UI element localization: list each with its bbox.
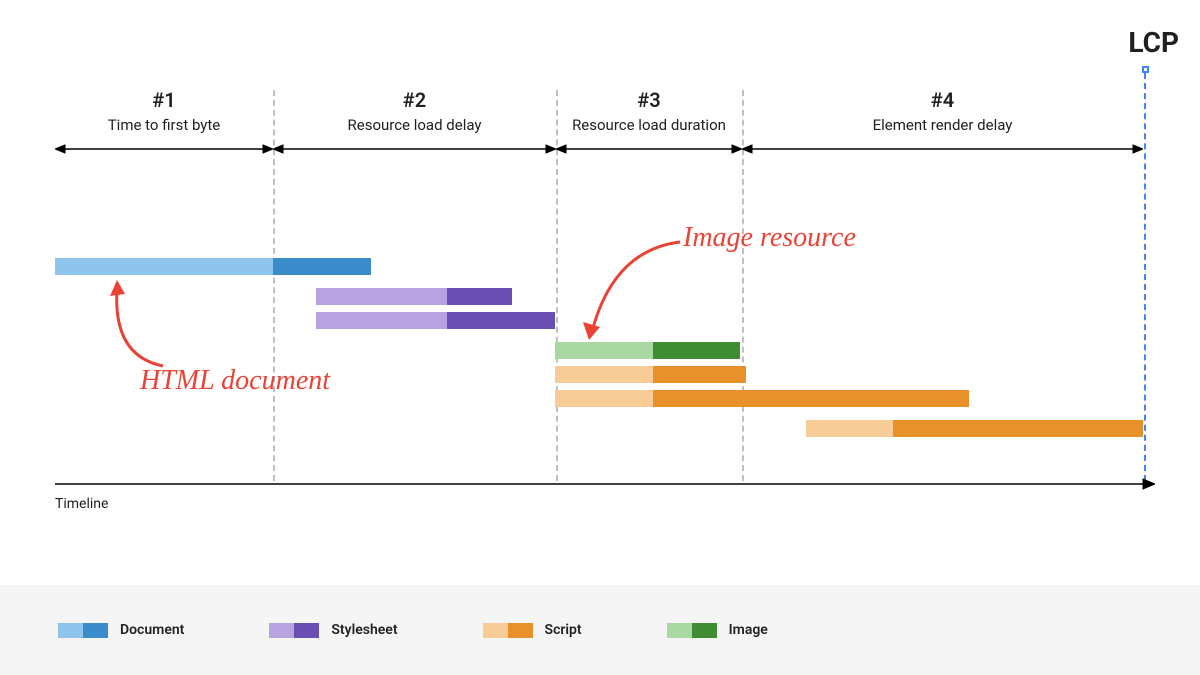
phase-extent-arrow-4 xyxy=(742,142,1143,156)
legend-swatch xyxy=(269,623,319,638)
lcp-dashed-line xyxy=(1144,73,1146,481)
bar-segment-dark xyxy=(653,366,745,383)
phase-extent-arrow-3 xyxy=(556,142,742,156)
bar-segment-dark xyxy=(893,420,1143,437)
phase-number: #3 xyxy=(556,88,742,112)
phase-header-2: #2 Resource load delay xyxy=(273,88,556,134)
legend-item-document: Document xyxy=(58,622,184,638)
legend-label: Stylesheet xyxy=(331,622,397,638)
legend-label: Image xyxy=(729,622,768,638)
bar-segment-dark xyxy=(653,390,969,407)
bar-stylesheet xyxy=(316,288,512,305)
bar-script xyxy=(555,366,745,383)
annotation-arrow-icon xyxy=(575,230,690,345)
legend-label: Script xyxy=(545,622,582,638)
lcp-waterfall-chart: LCP #1 Time to first byte #2 Resource lo… xyxy=(55,30,1145,510)
phase-name: Element render delay xyxy=(742,116,1143,134)
bar-segment-light xyxy=(316,312,447,329)
bar-segment-light xyxy=(316,288,447,305)
bar-stylesheet xyxy=(316,312,555,329)
phase-header-1: #1 Time to first byte xyxy=(55,88,273,134)
phase-header-3: #3 Resource load duration xyxy=(556,88,742,134)
annotation-arrow-icon xyxy=(95,278,195,373)
phase-extent-arrow-1 xyxy=(55,142,273,156)
timeline-axis xyxy=(55,477,1155,491)
annotation-image-resource: Image resource xyxy=(683,222,856,254)
phase-number: #2 xyxy=(273,88,556,112)
bar-script xyxy=(555,390,968,407)
bar-segment-dark xyxy=(447,288,512,305)
legend-label: Document xyxy=(120,622,184,638)
phase-header-4: #4 Element render delay xyxy=(742,88,1143,134)
legend: Document Stylesheet Script Image xyxy=(0,585,1200,675)
bar-segment-dark xyxy=(447,312,556,329)
bar-segment-light xyxy=(55,258,273,275)
phase-name: Resource load duration xyxy=(556,116,742,134)
bar-segment-light xyxy=(806,420,893,437)
phase-number: #1 xyxy=(55,88,273,112)
axis-label: Timeline xyxy=(55,496,108,512)
legend-item-script: Script xyxy=(483,622,582,638)
phase-name: Time to first byte xyxy=(55,116,273,134)
lcp-marker-icon xyxy=(1142,66,1149,73)
bar-segment-light xyxy=(555,390,653,407)
bar-segment-dark xyxy=(273,258,371,275)
legend-item-stylesheet: Stylesheet xyxy=(269,622,397,638)
legend-swatch xyxy=(58,623,108,638)
phase-number: #4 xyxy=(742,88,1143,112)
bar-script xyxy=(806,420,1143,437)
lcp-label: LCP xyxy=(1128,26,1179,59)
legend-swatch xyxy=(483,623,533,638)
phase-name: Resource load delay xyxy=(273,116,556,134)
bar-document xyxy=(55,258,371,275)
legend-swatch xyxy=(667,623,717,638)
phase-extent-arrow-2 xyxy=(273,142,556,156)
legend-item-image: Image xyxy=(667,622,768,638)
bar-segment-light xyxy=(555,366,653,383)
